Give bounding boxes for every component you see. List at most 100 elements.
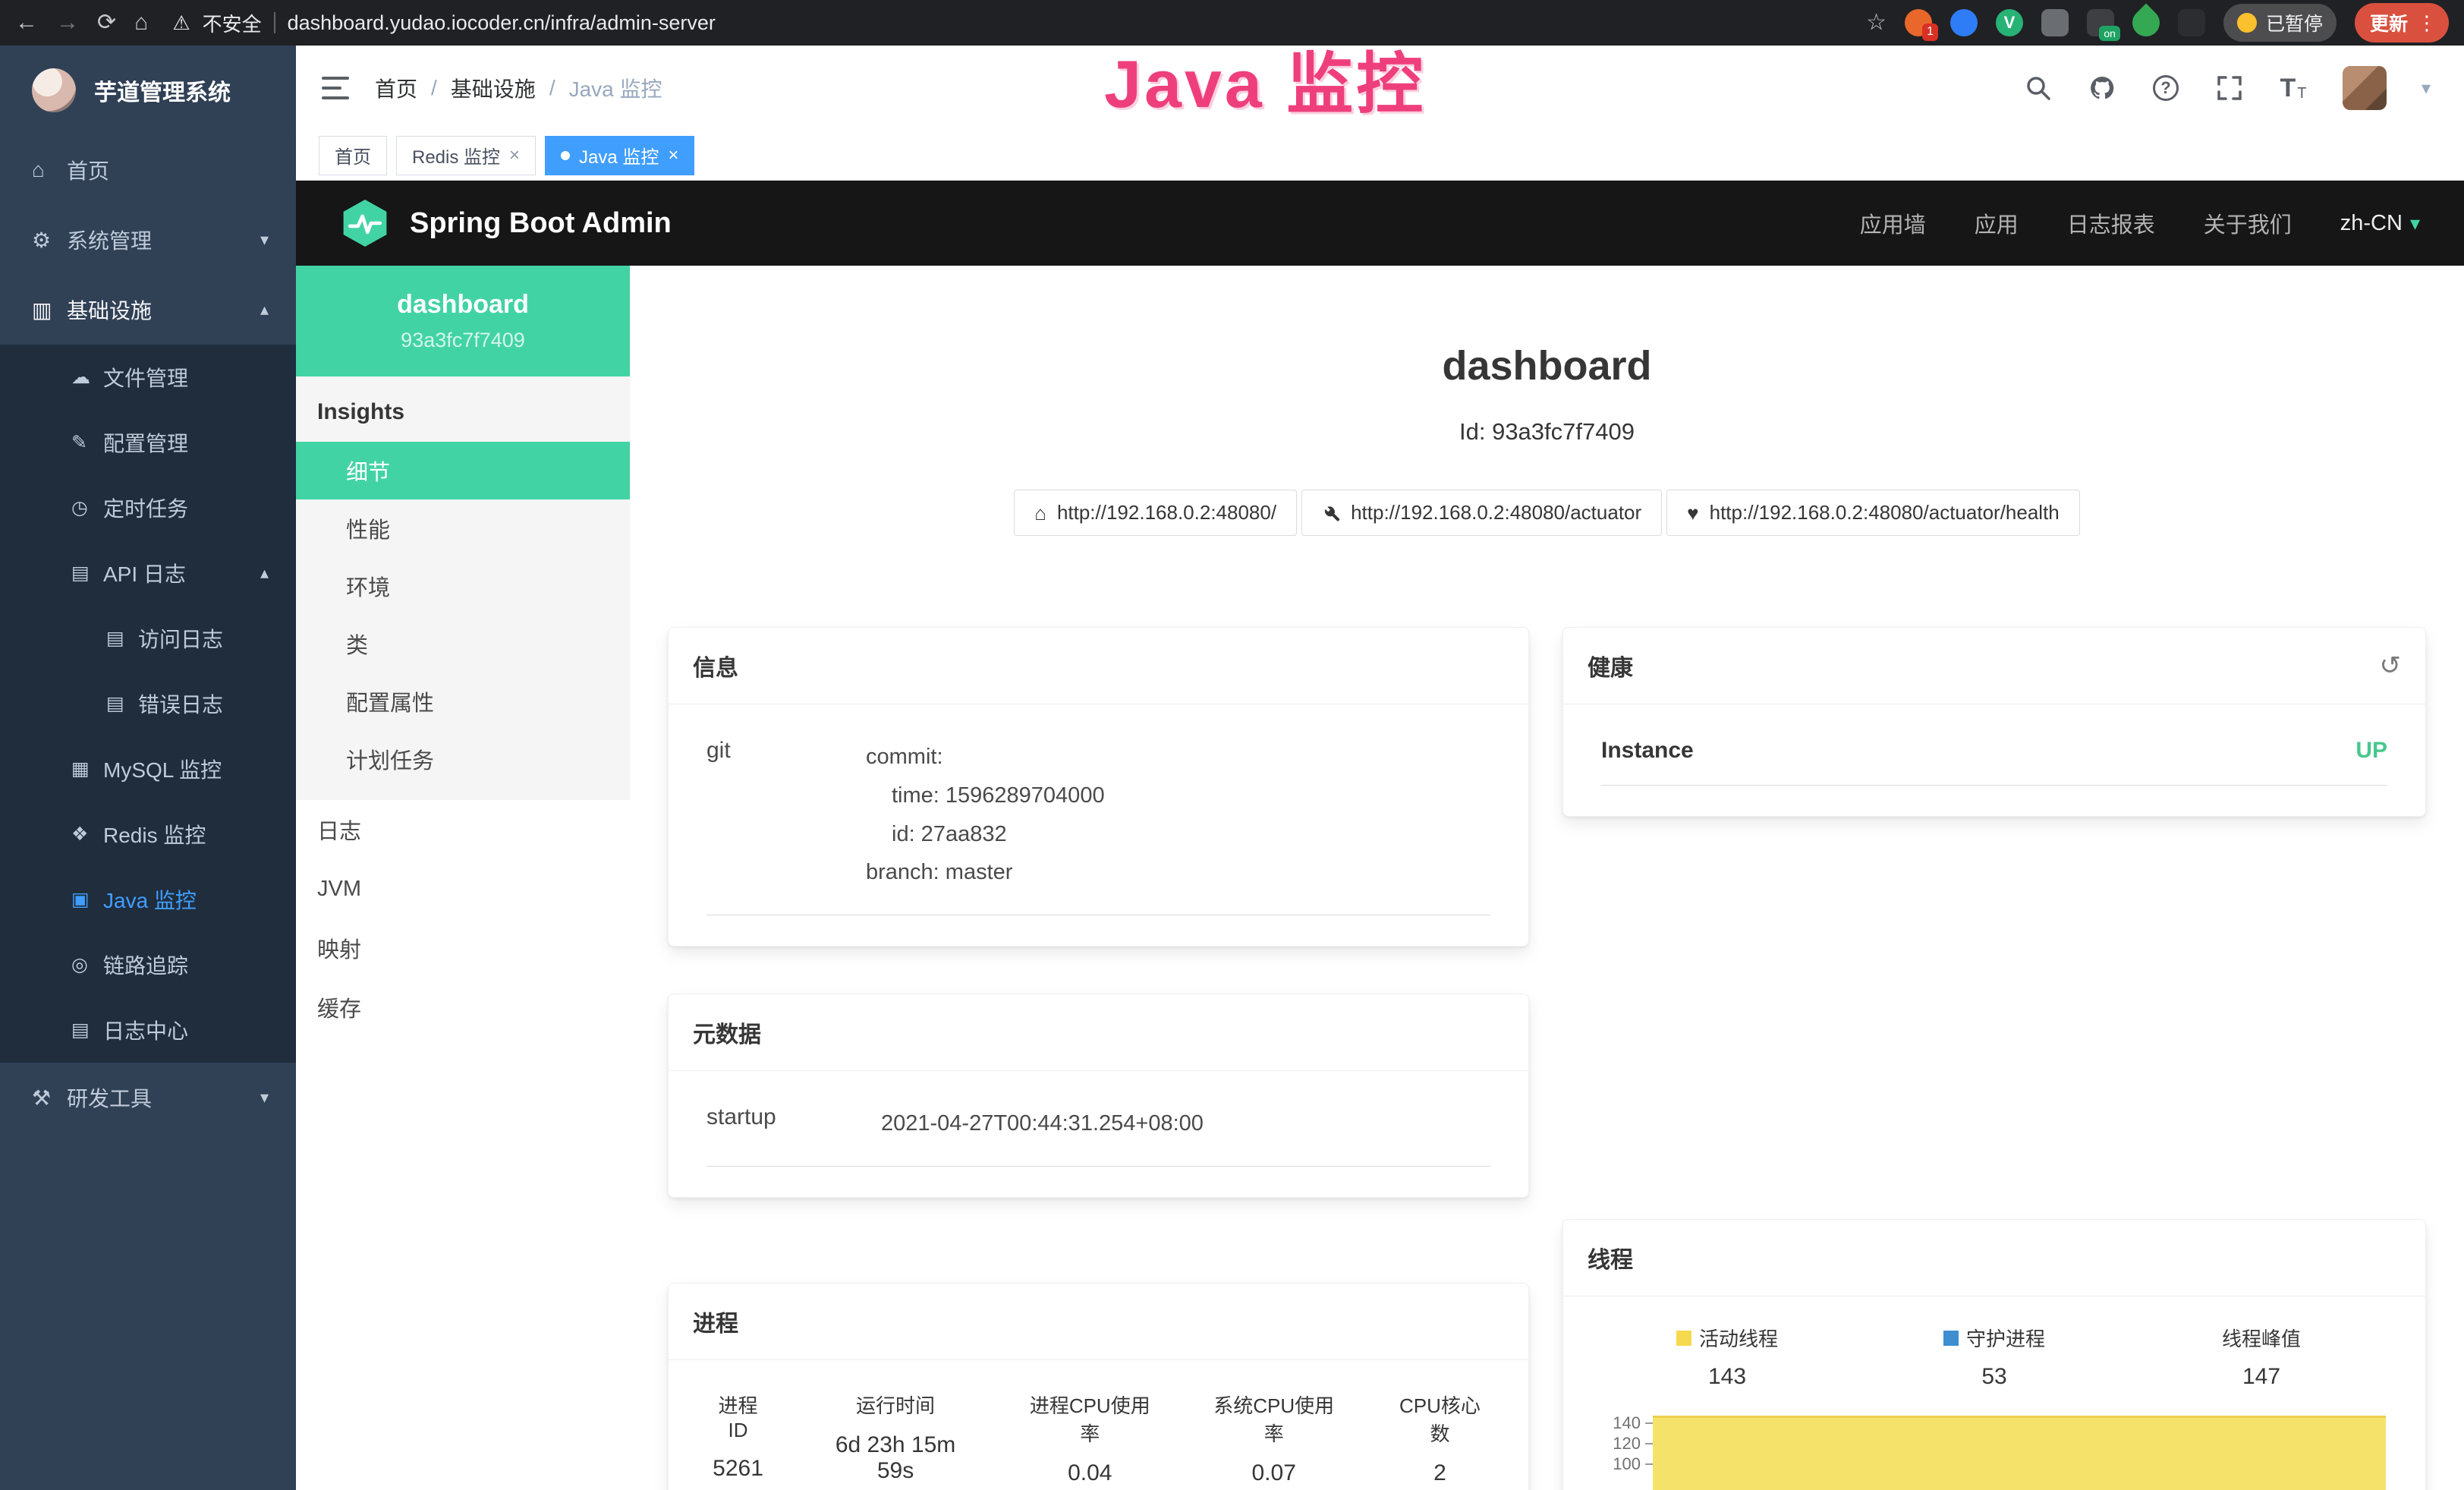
tab-home[interactable]: 首页 <box>319 136 387 175</box>
threads-chart: 140 120 100 <box>1594 1413 2395 1490</box>
threads-card: 线程 活动线程 143 <box>1562 1219 2426 1490</box>
status-badge: UP <box>2355 738 2387 764</box>
sba-nav-journal[interactable]: 日志报表 <box>2067 207 2155 239</box>
extension-letter-v-icon[interactable]: V <box>1996 9 2023 36</box>
sidebar-item-infra[interactable]: ▥ 基础设施 ▴ <box>0 275 296 345</box>
hamburger-icon[interactable] <box>296 77 375 99</box>
sba-nav-applications[interactable]: 应用 <box>1975 207 2019 239</box>
breadcrumb-home[interactable]: 首页 <box>375 73 417 103</box>
extension-fox-icon[interactable]: 1 <box>1905 9 1932 36</box>
extension-grid-icon[interactable] <box>2041 9 2069 36</box>
sidebar-item-label: Java 监控 <box>103 884 197 915</box>
insights-group: Insights 细节 性能 环境 类 配置属性 计划任务 <box>296 376 630 800</box>
extension-drop-icon[interactable] <box>1950 9 1978 36</box>
tab-redis[interactable]: Redis 监控 × <box>396 136 536 175</box>
address-bar[interactable]: ⚠ 不安全 dashboard.yudao.iocoder.cn/infra/a… <box>172 9 1848 37</box>
service-url-button[interactable]: ⌂ http://192.168.0.2:48080/ <box>1014 490 1297 536</box>
font-size-icon[interactable]: TT <box>2279 74 2308 102</box>
user-avatar[interactable] <box>2343 66 2387 110</box>
sba-item-details[interactable]: 细节 <box>296 442 630 499</box>
sidebar-item-system[interactable]: ⚙ 系统管理 ▾ <box>0 205 296 275</box>
metadata-row: startup 2021-04-27T00:44:31.254+08:00 <box>706 1104 1490 1167</box>
sba-item-environment[interactable]: 环境 <box>296 557 630 615</box>
process-card-title: 进程 <box>693 1305 738 1338</box>
actuator-url-button[interactable]: http://192.168.0.2:48080/actuator <box>1301 490 1662 536</box>
avatar-caret-icon[interactable]: ▾ <box>2422 77 2431 99</box>
forward-icon[interactable]: → <box>56 11 79 34</box>
sba-item-classes[interactable]: 类 <box>296 615 630 673</box>
navbar-actions: ? TT ▾ <box>2024 66 2464 110</box>
sidebar-item-java[interactable]: ▣ Java 监控 <box>0 867 296 932</box>
tabs-bar: 首页 Redis 监控 × Java 监控 × <box>296 131 2464 181</box>
legend-peak-threads: 线程峰值 147 <box>2128 1324 2395 1390</box>
help-icon[interactable]: ? <box>2151 74 2180 102</box>
sidebar-item-home[interactable]: ⌂ 首页 <box>0 135 296 205</box>
home-icon: ⌂ <box>1034 503 1046 523</box>
process-metric: 进程CPU使用率 0.04 <box>1026 1391 1153 1486</box>
active-threads-area <box>1653 1416 2386 1490</box>
health-url-button[interactable]: ♥ http://192.168.0.2:48080/actuator/heal… <box>1666 490 2080 536</box>
update-button[interactable]: 更新 ⋮ <box>2355 3 2449 43</box>
sba-item-configprops[interactable]: 配置属性 <box>296 673 630 730</box>
process-metrics: 进程ID 5261 运行时间 6d 23h 15m 59s <box>669 1360 1528 1490</box>
sidebar-item-access-log[interactable]: ▤ 访问日志 <box>0 606 296 671</box>
bookmark-star-icon[interactable]: ☆ <box>1866 11 1887 34</box>
instance-header[interactable]: dashboard 93a3fc7f7409 <box>296 266 630 376</box>
sba-item-metrics[interactable]: 性能 <box>296 499 630 557</box>
extension-leaf-icon[interactable] <box>2127 4 2166 43</box>
sidebar-item-files[interactable]: ☁ 文件管理 <box>0 345 296 410</box>
tab-java[interactable]: Java 监控 × <box>545 136 694 175</box>
sidebar-item-redis[interactable]: ❖ Redis 监控 <box>0 802 296 867</box>
legend-live-threads: 活动线程 143 <box>1594 1324 1861 1390</box>
breadcrumb-infra[interactable]: 基础设施 <box>451 73 536 103</box>
process-metric: CPU核心数 2 <box>1394 1391 1486 1486</box>
gear-icon: ⚙ <box>32 228 67 253</box>
insights-group-label: Insights <box>296 376 630 442</box>
close-icon[interactable]: × <box>509 145 520 166</box>
sidebar-item-trace[interactable]: ◎ 链路追踪 <box>0 932 296 997</box>
sba-item-mappings[interactable]: 映射 <box>296 918 630 978</box>
process-metric: 系统CPU使用率 0.07 <box>1210 1391 1337 1486</box>
sidebar-item-mysql[interactable]: ▦ MySQL 监控 <box>0 736 296 802</box>
sba-item-jvm[interactable]: JVM <box>296 859 630 918</box>
browser-home-icon[interactable]: ⌂ <box>134 11 148 34</box>
back-icon[interactable]: ← <box>15 11 38 34</box>
sidebar-item-error-log[interactable]: ▤ 错误日志 <box>0 671 296 736</box>
sidebar-item-label: 系统管理 <box>67 225 152 255</box>
github-icon[interactable] <box>2088 74 2116 102</box>
sba-nav-about[interactable]: 关于我们 <box>2204 207 2292 239</box>
sidebar-item-config[interactable]: ✎ 配置管理 <box>0 410 296 475</box>
fullscreen-icon[interactable] <box>2215 74 2244 102</box>
legend-daemon-threads: 守护进程 53 <box>1861 1324 2128 1390</box>
infra-submenu: ☁ 文件管理 ✎ 配置管理 ◷ 定时任务 ▤ API 日志 ▴ <box>0 345 296 1063</box>
legend-blue-swatch <box>1943 1331 1959 1346</box>
health-row-label: Instance <box>1601 738 1694 764</box>
sba-sidebar: dashboard 93a3fc7f7409 Insights 细节 性能 环境… <box>296 266 630 1490</box>
health-card-title: 健康 <box>1588 649 1633 682</box>
paused-label: 已暂停 <box>2266 9 2323 36</box>
health-instance-row: Instance UP <box>1601 738 2387 786</box>
language-select[interactable]: zh-CN ▾ <box>2340 211 2420 236</box>
paused-badge[interactable]: 已暂停 <box>2223 4 2337 42</box>
sidebar-item-devtools[interactable]: ⚒ 研发工具 ▾ <box>0 1063 296 1132</box>
sba-header: Spring Boot Admin 应用墙 应用 日志报表 关于我们 zh-CN… <box>296 181 2464 266</box>
history-icon[interactable]: ↺ <box>2380 653 2402 679</box>
sba-nav-wallboard[interactable]: 应用墙 <box>1860 207 1926 239</box>
top-navbar: 首页 / 基础设施 / Java 监控 ? <box>296 46 2464 131</box>
extension-switch-icon[interactable]: on <box>2087 9 2114 36</box>
search-icon[interactable] <box>2024 74 2053 102</box>
sba-item-logs[interactable]: 日志 <box>296 800 630 859</box>
chart-y-axis: 140 120 100 <box>1594 1413 1653 1490</box>
kebab-menu-icon[interactable]: ⋮ <box>2417 11 2437 35</box>
sba-item-scheduled-tasks[interactable]: 计划任务 <box>296 730 630 788</box>
sidebar-item-log-center[interactable]: ▤ 日志中心 <box>0 997 296 1063</box>
info-card: 信息 git commit: time: 1596289704000 <box>668 627 1529 947</box>
close-icon[interactable]: × <box>668 145 678 166</box>
sidebar-item-jobs[interactable]: ◷ 定时任务 <box>0 475 296 540</box>
sba-item-caches[interactable]: 缓存 <box>296 978 630 1037</box>
extension-dark-icon[interactable] <box>2178 9 2205 36</box>
sidebar-item-api-log[interactable]: ▤ API 日志 ▴ <box>0 540 296 606</box>
info-git-row: git commit: time: 1596289704000 id: 27aa… <box>706 738 1490 915</box>
reload-icon[interactable]: ⟳ <box>97 11 116 34</box>
sidebar-item-label: Redis 监控 <box>103 819 206 849</box>
